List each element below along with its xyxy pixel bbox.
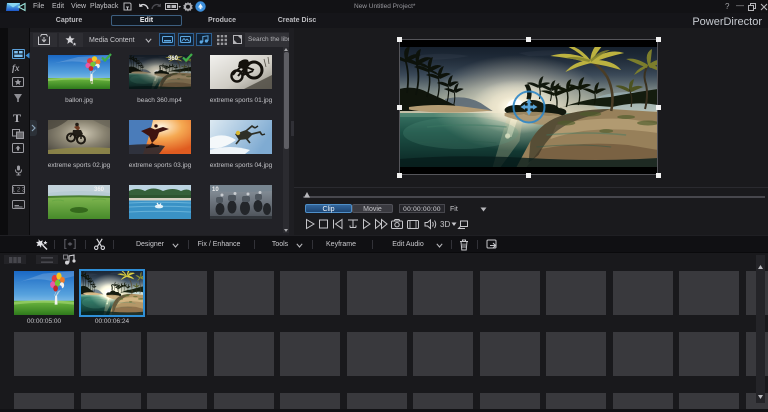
- svg-text:1 2 3: 1 2 3: [12, 187, 25, 193]
- svg-text:3D: 3D: [440, 220, 450, 229]
